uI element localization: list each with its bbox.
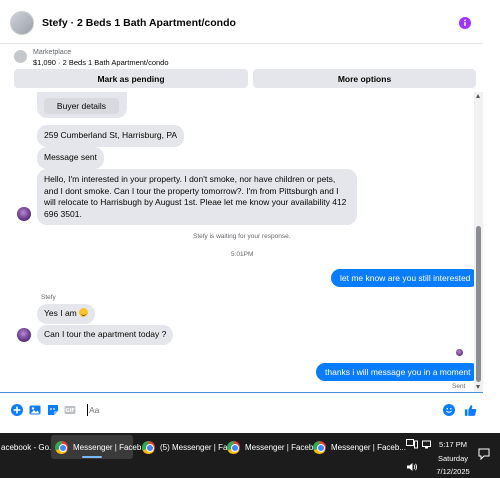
info-icon[interactable]: [459, 17, 471, 29]
sent-status-text: Sent: [452, 383, 466, 390]
taskbar-item[interactable]: Messenger | Faceb...: [309, 435, 410, 459]
svg-text:GIF: GIF: [65, 408, 74, 414]
more-options-button[interactable]: More options: [253, 69, 476, 88]
listing-avatar[interactable]: [10, 11, 34, 35]
clock-day: Saturday: [437, 454, 469, 463]
message-thread: Buyer details 259 Cumberland St, Harrisb…: [0, 92, 474, 392]
emoji-icon[interactable]: [443, 404, 455, 416]
scroll-up-arrow-icon[interactable]: [476, 94, 480, 98]
plus-circle-icon[interactable]: [11, 404, 23, 416]
message-composer: GIF: [0, 392, 483, 433]
conversation-title[interactable]: Stefy · 2 Beds 1 Bath Apartment/condo: [42, 17, 236, 29]
thumbs-up-icon[interactable]: [464, 404, 477, 417]
windows-taskbar: acebook - Go... Messenger | Faceb... (5)…: [0, 433, 500, 478]
incoming-message-text: Yes I am: [44, 308, 77, 318]
volume-icon[interactable]: [406, 462, 418, 472]
photo-icon[interactable]: [29, 404, 41, 416]
marketplace-panel: Marketplace $1,090 · 2 Beds 1 Bath Apart…: [0, 44, 483, 91]
incoming-message-bubble: Yes I am: [37, 304, 96, 324]
chrome-icon: [313, 440, 326, 454]
outgoing-message-bubble: thanks i will message you in a moment: [316, 363, 474, 381]
notification-icon[interactable]: [478, 448, 490, 460]
buyer-details-button[interactable]: Buyer details: [44, 98, 119, 114]
sticker-icon[interactable]: [47, 404, 59, 416]
chrome-icon: [227, 440, 240, 454]
chat-scrollbar[interactable]: [474, 92, 483, 392]
taskbar-item-label: acebook - Go...: [1, 442, 56, 452]
system-clock[interactable]: 5:17 PM Saturday 7/12/2025: [436, 439, 470, 477]
clock-time: 5:17 PM: [439, 440, 467, 449]
chrome-icon: [55, 440, 68, 454]
scroll-down-arrow-icon[interactable]: [476, 385, 480, 389]
text-caret: [87, 404, 88, 416]
mark-as-pending-button[interactable]: Mark as pending: [14, 69, 248, 88]
sender-name: Stefy: [41, 294, 56, 301]
network-icon[interactable]: [422, 439, 433, 449]
marketplace-label: Marketplace: [33, 49, 72, 56]
outgoing-message-bubble: let me know are you still interested: [331, 269, 474, 287]
sender-avatar[interactable]: [17, 207, 31, 221]
listing-summary[interactable]: $1,090 · 2 Beds 1 Bath Apartment/condo: [33, 58, 169, 67]
taskbar-item-label: Messenger | Faceb...: [331, 442, 406, 452]
messenger-window: Stefy · 2 Beds 1 Bath Apartment/condo Ma…: [0, 0, 500, 433]
timestamp-text: 5:01PM: [231, 251, 254, 258]
address-bubble: 259 Cumberland St, Harrisburg, PA: [37, 125, 185, 147]
waiting-status-text: Stefy is waiting for your response.: [193, 233, 291, 240]
sender-avatar[interactable]: [17, 328, 31, 342]
taskbar-item-label: Messenger | Faceb...: [73, 442, 148, 452]
clock-date: 7/12/2025: [436, 467, 470, 476]
incoming-message-bubble: Can I tour the apartment today ?: [37, 325, 174, 345]
chrome-icon: [142, 440, 155, 454]
read-receipt-avatar: [456, 349, 463, 356]
long-message-bubble: Hello, I'm interested in your property. …: [37, 169, 357, 225]
conversation-header: Stefy · 2 Beds 1 Bath Apartment/condo: [0, 0, 483, 44]
scroll-thumb[interactable]: [476, 226, 481, 382]
message-input[interactable]: [82, 401, 462, 419]
display-icon[interactable]: [406, 439, 418, 449]
active-indicator: [82, 456, 102, 458]
smiley-emoji-icon: [79, 308, 89, 317]
gif-icon[interactable]: GIF: [64, 404, 76, 416]
message-sent-bubble: Message sent: [37, 147, 104, 169]
listing-thumbnail[interactable]: [14, 50, 27, 63]
